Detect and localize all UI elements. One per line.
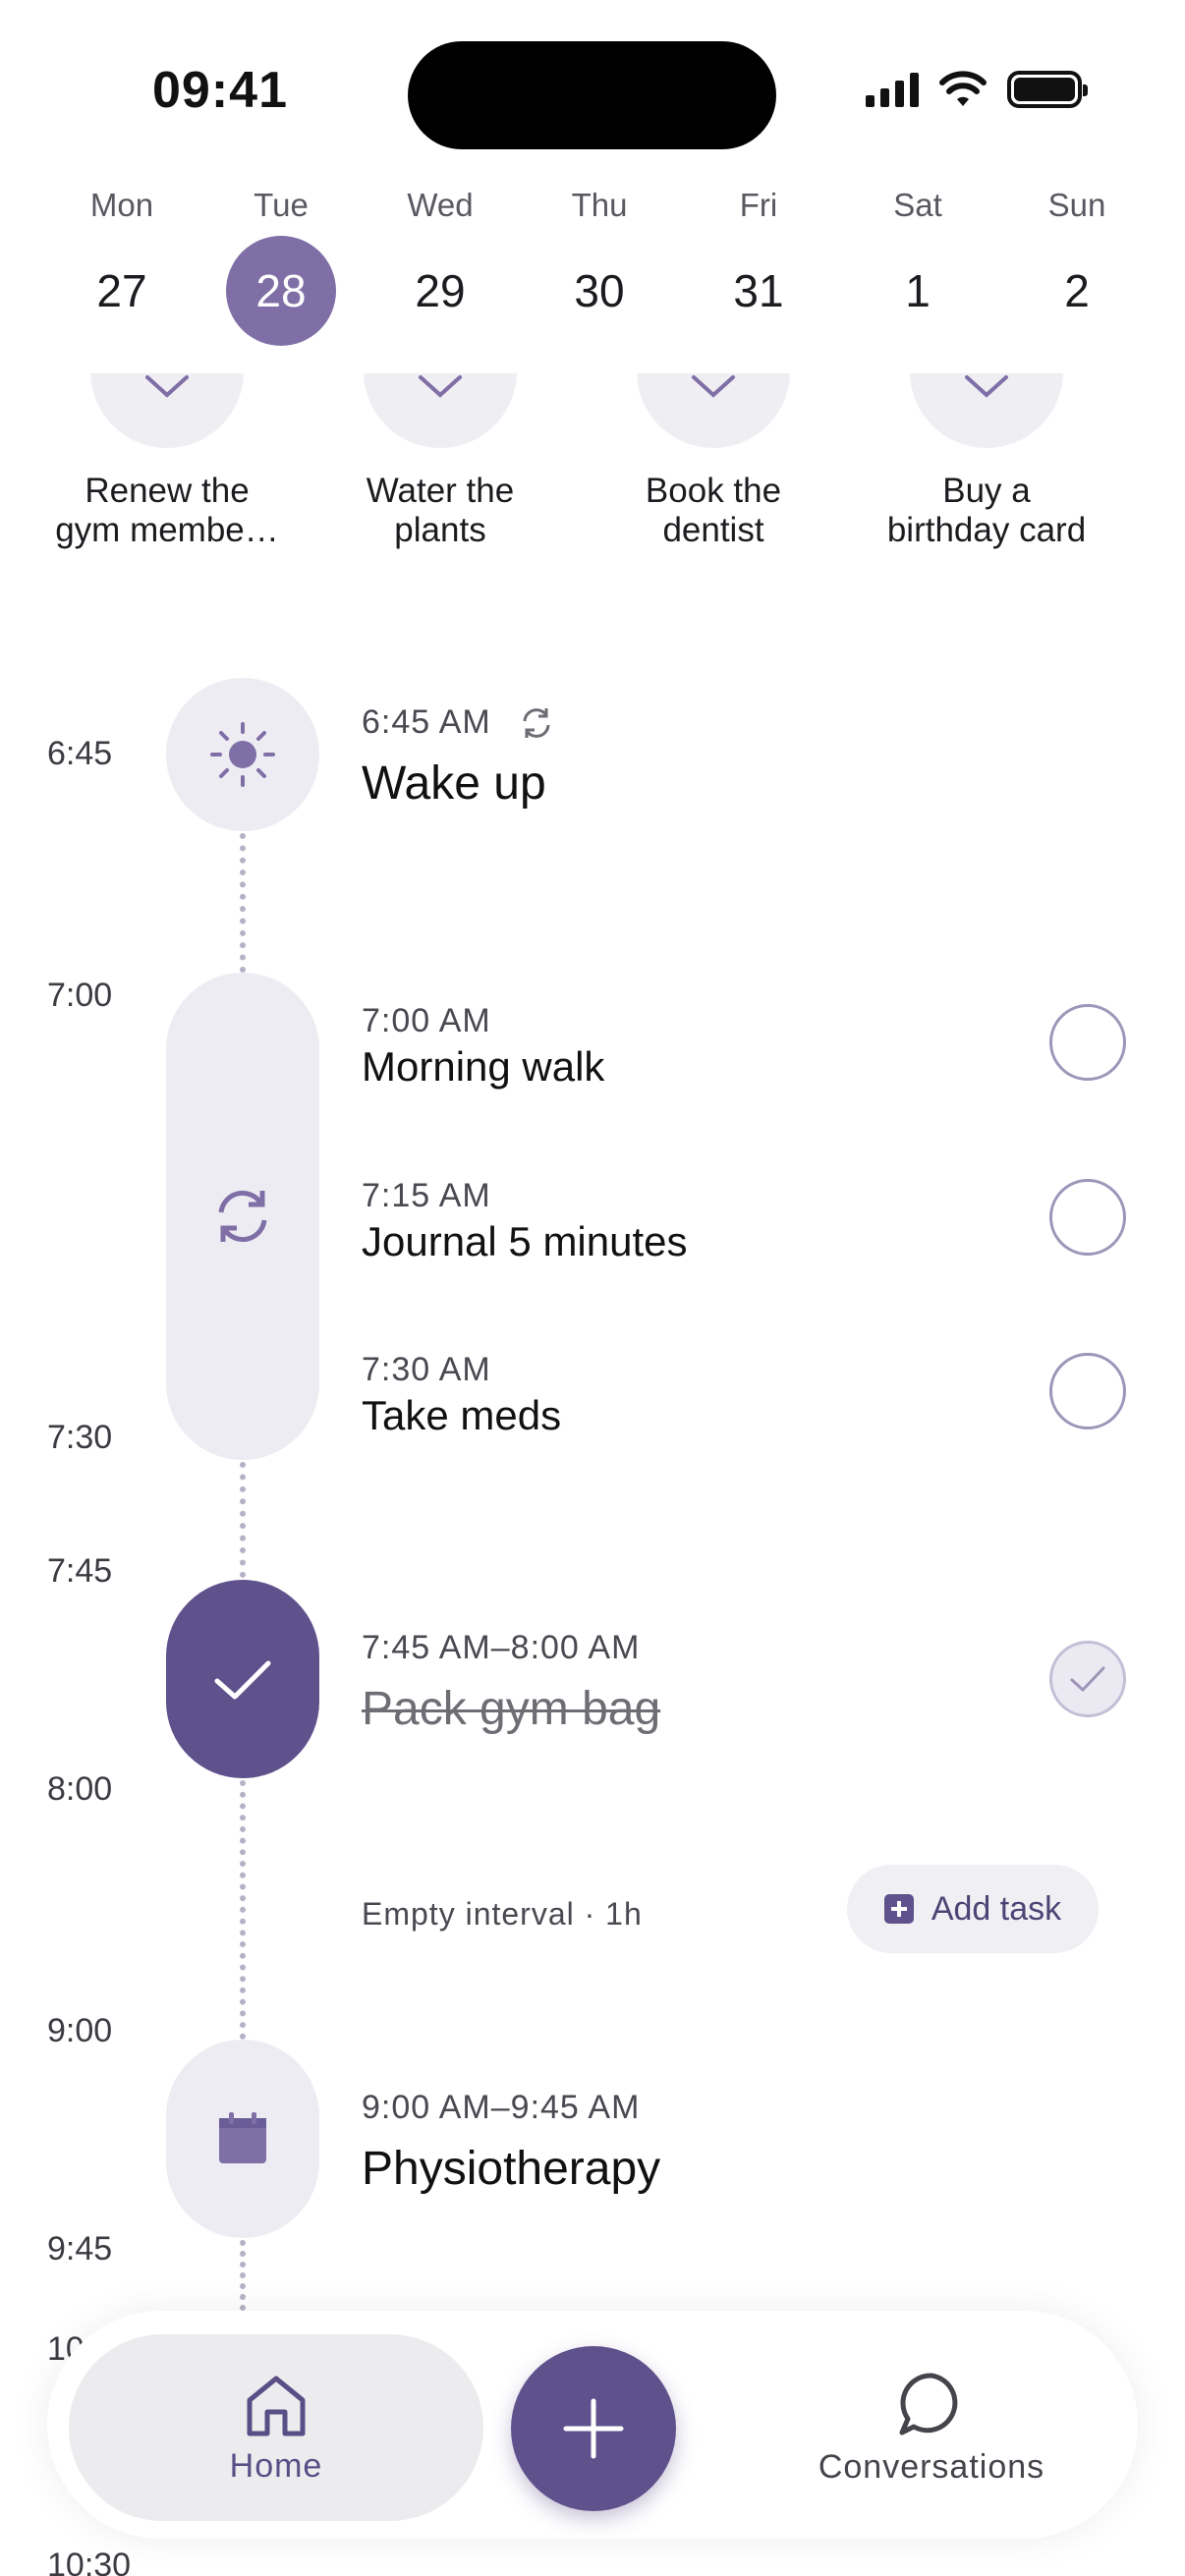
task-complete-toggle[interactable] (1049, 1179, 1126, 1256)
status-icons (866, 71, 1088, 108)
day-name: Mon (89, 187, 154, 223)
task-complete-toggle[interactable] (1049, 1353, 1126, 1429)
calendar-icon (219, 2112, 266, 2163)
selected-day-number: 28 (226, 236, 336, 346)
completed-task-label: Water the plants (366, 472, 515, 549)
day-name: Fri (739, 187, 778, 223)
day-name: Tue (254, 187, 309, 223)
battery-icon (1007, 71, 1088, 108)
add-task-button[interactable]: Add task (847, 1865, 1099, 1953)
task-time: 9:00 AM–9:45 AM (362, 2089, 641, 2126)
timeline-connector (240, 2240, 246, 2311)
task-complete-toggle[interactable] (1049, 1004, 1126, 1081)
day-number: 29 (415, 265, 466, 316)
add-square-icon (883, 1894, 914, 1924)
nav-home-label: Home (229, 2446, 323, 2485)
task-title: Morning walk (362, 1043, 605, 1090)
day-name: Sun (1047, 187, 1106, 223)
add-task-label: Add task (931, 1889, 1062, 1928)
task-title: Physiotherapy (362, 2143, 661, 2195)
completed-task-label: Buy a birthday card (886, 472, 1087, 549)
day-fri[interactable]: Fri 31 (696, 187, 821, 346)
wifi-icon (939, 71, 987, 106)
check-icon (692, 375, 735, 398)
timeline-connector (240, 833, 246, 973)
task-time: 7:45 AM–8:00 AM (362, 1629, 641, 1666)
sun-icon (210, 722, 275, 787)
timeline-connector (240, 1780, 246, 2040)
repeat-icon (523, 708, 550, 738)
task-time: 7:30 AM (362, 1351, 491, 1388)
day-mon[interactable]: Mon 27 (59, 187, 185, 346)
cellular-signal-icon (866, 72, 919, 107)
nav-home[interactable]: Home (69, 2334, 483, 2521)
task-title: Wake up (362, 757, 546, 810)
task-title: Journal 5 minutes (362, 1218, 688, 1264)
task-title: Pack gym bag (362, 1683, 661, 1735)
day-wed[interactable]: Wed 29 (377, 187, 503, 346)
time-label: 7:30 (47, 1419, 113, 1456)
nav-conversations[interactable]: Conversations (755, 2334, 1108, 2521)
day-tue[interactable]: Tue 28 (218, 187, 344, 346)
task-time: 7:00 AM (362, 1002, 491, 1039)
done-check-circle (364, 373, 517, 448)
task-title: Take meds (362, 1392, 562, 1438)
day-sun[interactable]: Sun 2 (1014, 187, 1140, 346)
day-sat[interactable]: Sat 1 (855, 187, 981, 346)
day-number: 1 (905, 265, 931, 316)
day-name: Wed (407, 187, 474, 223)
time-label: 7:45 (47, 1552, 113, 1590)
home-icon (247, 2376, 306, 2436)
check-icon (145, 375, 189, 398)
day-name: Sat (893, 187, 942, 223)
status-time: 09:41 (152, 62, 288, 119)
done-check-circle (90, 373, 244, 448)
time-label: 9:45 (47, 2230, 113, 2268)
nav-conversations-label: Conversations (818, 2447, 1045, 2486)
task-time: 6:45 AM (362, 703, 491, 741)
time-label: 9:00 (47, 2012, 113, 2049)
gym-bag-pill[interactable] (166, 1580, 319, 1778)
time-label: 6:45 (47, 735, 113, 772)
physiotherapy-pill[interactable] (166, 2040, 319, 2238)
time-label: 10:30 (47, 2547, 132, 2576)
bottom-nav: Home Conversations (47, 2311, 1138, 2539)
time-label: 7:00 (47, 977, 113, 1014)
timeline-connector (240, 1462, 246, 1578)
repeat-icon (218, 1191, 267, 1242)
completed-task-label: Renew the gym membe… (55, 472, 279, 549)
add-fab-button[interactable] (511, 2346, 676, 2511)
dynamic-island (408, 41, 776, 149)
week-strip: Mon 27 Tue 28 Wed 29 Thu 30 Fri 31 Sat 1… (59, 187, 1140, 346)
day-number: 30 (574, 265, 625, 316)
check-icon (965, 375, 1008, 398)
day-number: 2 (1064, 265, 1090, 316)
day-thu[interactable]: Thu 30 (536, 187, 662, 346)
wake-up-pill[interactable] (166, 678, 319, 831)
done-check-circle (910, 373, 1063, 448)
day-number: 31 (733, 265, 784, 316)
task-time: 7:15 AM (362, 1177, 491, 1214)
check-icon (419, 375, 462, 398)
time-label: 8:00 (47, 1770, 113, 1808)
task-complete-toggle[interactable] (1049, 1641, 1126, 1717)
routine-pill[interactable] (166, 973, 319, 1460)
empty-interval-text: Empty interval · 1h (362, 1896, 643, 1932)
plus-icon (563, 2398, 624, 2459)
chat-bubble-icon (899, 2372, 958, 2435)
check-icon (214, 1660, 271, 1700)
done-check-circle (637, 373, 790, 448)
day-number: 27 (96, 265, 147, 316)
day-name: Thu (571, 187, 628, 223)
completed-tasks-row: Renew the gym membe… Water the plants Book… (39, 373, 1140, 560)
completed-task-label: Book the dentist (645, 472, 782, 549)
check-icon (1070, 1666, 1105, 1692)
